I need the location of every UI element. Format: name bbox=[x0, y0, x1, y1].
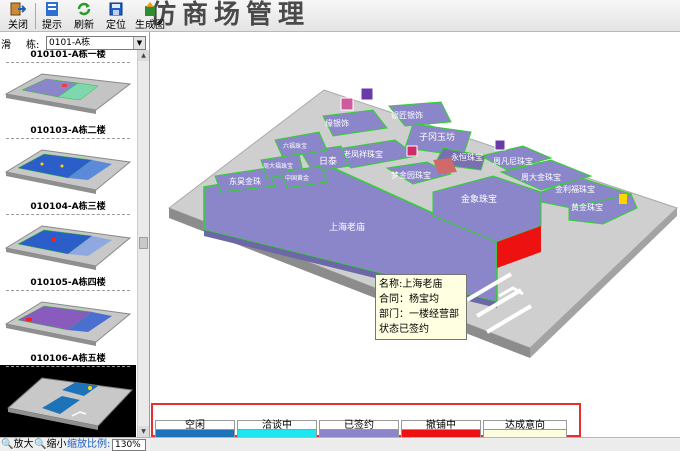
toolbar-banner: 仿商场管理 bbox=[150, 0, 311, 30]
building-select-value: 0101-A栋 bbox=[49, 38, 91, 48]
magnifier-minus-icon: 🔍 bbox=[34, 439, 47, 450]
floor-plan-view[interactable]: 上海老庙 金象珠宝 金利福珠宝 黄金珠宝 周大金珠宝 周凡尼珠宝 梦金园珠宝 老… bbox=[151, 32, 680, 403]
floor-list-scrollbar[interactable]: ▲ ▼ bbox=[137, 50, 149, 437]
locate-button[interactable]: 定位 bbox=[100, 1, 132, 31]
shop-label: 永恒珠宝 bbox=[451, 152, 483, 162]
floor-thumbnail-image bbox=[4, 73, 132, 114]
zoom-out-label: 缩小 bbox=[46, 439, 67, 450]
floor-thumbnail-label: 010104-A栋三楼 bbox=[30, 202, 106, 212]
status-legend: 空闲 洽谈中 已签约 撤铺中 达成意向 bbox=[151, 403, 581, 438]
magnifier-plus-icon: 🔍 bbox=[1, 439, 14, 450]
floor-thumbnail-image bbox=[6, 377, 134, 430]
floor-thumbnail-010105[interactable]: 010105-A栋四楼 bbox=[0, 278, 136, 354]
building-label: 栋: bbox=[26, 40, 40, 51]
legend-label: 空闲 bbox=[155, 420, 235, 431]
tooltip-name: 名称:上海老庙 bbox=[379, 279, 443, 290]
legend-label: 洽谈中 bbox=[237, 420, 317, 431]
floor-thumbnail-image bbox=[4, 149, 132, 194]
close-icon bbox=[10, 2, 27, 16]
zoom-out-button[interactable]: 🔍缩小 bbox=[34, 439, 66, 451]
hint-icon bbox=[46, 2, 58, 16]
floor-thumbnail-010104[interactable]: 010104-A栋三楼 bbox=[0, 202, 136, 278]
generate-icon bbox=[145, 2, 155, 16]
refresh-icon bbox=[77, 2, 91, 16]
shop-tooltip: 名称:上海老庙 合同：杨宝均 部门：一楼经营部 状态已签约 bbox=[375, 274, 467, 340]
elevator-icon bbox=[360, 87, 374, 101]
floor-thumbnail-010103[interactable]: 010103-A栋二楼 bbox=[0, 126, 136, 202]
shop-label: 梦金园珠宝 bbox=[391, 170, 431, 180]
floor-plan-canvas: 上海老庙 金象珠宝 金利福珠宝 黄金珠宝 周大金珠宝 周凡尼珠宝 梦金园珠宝 老… bbox=[167, 87, 678, 358]
zoom-in-button[interactable]: 🔍放大 bbox=[1, 439, 33, 451]
hint-label: 提示 bbox=[42, 20, 62, 31]
building-selector-row: 滑 栋: 0101-A栋 ▼ bbox=[0, 34, 149, 51]
map-horizontal-scrollbar[interactable] bbox=[150, 439, 680, 451]
close-label: 关闭 bbox=[8, 20, 28, 31]
divider bbox=[6, 290, 130, 291]
scroll-up-icon[interactable]: ▲ bbox=[138, 50, 149, 61]
shop-label: 金利福珠宝 bbox=[555, 184, 595, 194]
tooltip-status: 状态已签约 bbox=[379, 324, 429, 335]
floor-thumbnail-label: 010105-A栋四楼 bbox=[30, 278, 106, 288]
restroom-icon bbox=[619, 194, 627, 204]
floor-thumbnail-label: 010101-A栋一楼 bbox=[30, 50, 106, 60]
floor-thumbnail-image bbox=[4, 225, 132, 270]
zoom-value: 130% bbox=[115, 440, 141, 450]
shop-label: 周大福珠宝 bbox=[263, 162, 293, 170]
shop-label: 金象珠宝 bbox=[461, 193, 497, 205]
divider bbox=[6, 366, 130, 367]
zoom-ratio-label: 缩放比例: bbox=[67, 439, 111, 450]
legend-label: 达成意向 bbox=[483, 420, 567, 431]
floor-thumbnail-label: 010103-A栋二楼 bbox=[30, 126, 106, 136]
chevron-down-icon[interactable]: ▼ bbox=[133, 37, 145, 49]
zoom-select[interactable]: 130% bbox=[112, 439, 146, 451]
shop-label: 银匠银饰 bbox=[391, 110, 423, 120]
shop-label: 东昊金珠 bbox=[229, 176, 261, 186]
shop-label: 子冈玉坊 bbox=[419, 131, 455, 143]
close-button[interactable]: 关闭 bbox=[2, 1, 34, 31]
elevator-icon bbox=[494, 139, 506, 151]
cut-off-label: 滑 bbox=[1, 40, 11, 51]
floor-thumbnail-label: 010106-A栋五楼 bbox=[0, 354, 136, 365]
tooltip-department: 部门：一楼经营部 bbox=[379, 309, 459, 320]
building-select[interactable]: 0101-A栋 ▼ bbox=[46, 36, 146, 50]
status-bar: 🔍放大 🔍缩小 缩放比例: 130% bbox=[0, 437, 680, 451]
tooltip-contract: 合同：杨宝均 bbox=[379, 294, 439, 305]
legend-label: 已签约 bbox=[319, 420, 399, 431]
floor-thumbnail-010101[interactable]: 010101-A栋一楼 bbox=[0, 50, 136, 126]
scroll-down-icon[interactable]: ▼ bbox=[138, 426, 149, 437]
refresh-label: 刷新 bbox=[74, 20, 94, 31]
shop-label: 周大金珠宝 bbox=[521, 172, 561, 182]
toolbar: 仿商场管理 关闭 提示 刷新 定位 生成图 bbox=[0, 0, 680, 32]
generate-label: 生成图 bbox=[135, 20, 165, 31]
stair-icon bbox=[406, 145, 418, 157]
shop-label: 老凤祥珠宝 bbox=[343, 149, 383, 159]
divider bbox=[6, 62, 130, 63]
shop-label: 黄金珠宝 bbox=[571, 202, 603, 212]
scrollbar-thumb[interactable] bbox=[139, 237, 148, 249]
floor-panel: 滑 栋: 0101-A栋 ▼ 010101-A栋一楼 010103-A栋二楼 0… bbox=[0, 32, 150, 437]
locate-icon bbox=[109, 2, 123, 16]
shop-label: 上海老庙 bbox=[329, 221, 365, 233]
shop-label: 缘银饰 bbox=[325, 118, 349, 128]
floor-thumbnail-010106[interactable]: 010106-A栋五楼 bbox=[0, 354, 136, 437]
refresh-button[interactable]: 刷新 bbox=[68, 1, 100, 31]
shop-label: 日泰 bbox=[319, 155, 337, 167]
elevator-icon bbox=[340, 97, 354, 111]
floor-thumbnail-list: 010101-A栋一楼 010103-A栋二楼 010104-A栋三楼 0101… bbox=[0, 50, 136, 437]
floor-thumbnail-image bbox=[4, 301, 132, 346]
hint-button[interactable]: 提示 bbox=[36, 1, 68, 31]
shop-label: 周凡尼珠宝 bbox=[493, 156, 533, 166]
divider bbox=[6, 214, 130, 215]
shop-label: 中国黄金 bbox=[285, 174, 309, 182]
locate-label: 定位 bbox=[106, 20, 126, 31]
legend-label: 撤铺中 bbox=[401, 420, 481, 431]
divider bbox=[6, 138, 130, 139]
shop-label: 六福珠宝 bbox=[283, 142, 307, 150]
generate-map-button[interactable]: 生成图 bbox=[132, 1, 168, 31]
zoom-in-label: 放大 bbox=[13, 439, 34, 450]
